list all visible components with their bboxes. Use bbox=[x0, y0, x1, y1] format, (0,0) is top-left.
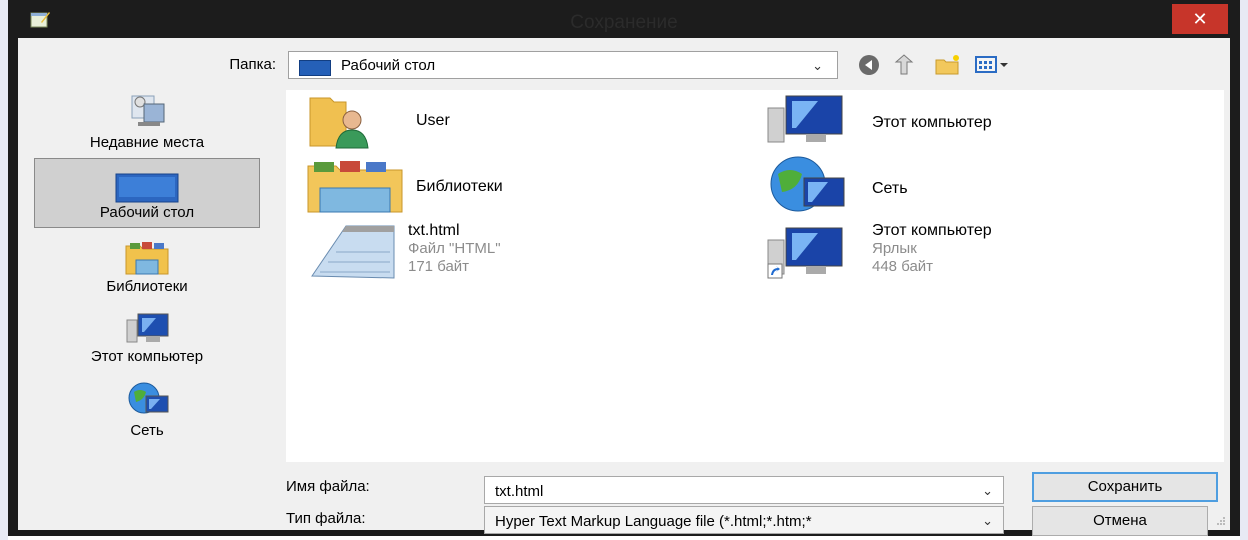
filetype-label: Тип файла: bbox=[286, 510, 366, 527]
file-item[interactable]: Библиотеки bbox=[294, 154, 734, 214]
place-label: Этот компьютер bbox=[90, 348, 204, 365]
close-button[interactable]: ✕ bbox=[1172, 4, 1228, 34]
back-icon[interactable] bbox=[856, 52, 882, 78]
folder-value: Рабочий стол bbox=[341, 57, 436, 74]
file-name: Этот компьютер bbox=[872, 114, 992, 131]
save-button[interactable]: Сохранить bbox=[1032, 472, 1218, 502]
place-desktop[interactable]: Рабочий стол bbox=[34, 158, 260, 228]
filename-input[interactable]: txt.html ⌄ bbox=[484, 476, 1004, 504]
chevron-down-icon: ⌄ bbox=[982, 513, 993, 528]
place-computer[interactable]: Этот компьютер bbox=[34, 308, 260, 374]
place-network[interactable]: Сеть bbox=[34, 378, 260, 444]
libraries-icon bbox=[307, 161, 403, 213]
view-menu-icon[interactable] bbox=[974, 52, 1014, 78]
notepad-file-icon bbox=[311, 225, 395, 279]
window-title: Сохранение bbox=[570, 12, 678, 33]
filetype-select[interactable]: Hyper Text Markup Language file (*.html;… bbox=[484, 506, 1004, 534]
computer-icon bbox=[767, 95, 843, 143]
desktop-icon bbox=[299, 60, 331, 76]
desktop-icon bbox=[115, 173, 179, 203]
dialog-body: Папка: Рабочий стол ⌄ Недавние места Раб… bbox=[18, 38, 1230, 536]
place-label: Недавние места bbox=[89, 134, 205, 151]
place-label: Библиотеки bbox=[106, 278, 188, 295]
file-size: 448 байт bbox=[872, 258, 934, 275]
save-dialog: Сохранение ✕ Папка: Рабочий стол ⌄ Недав… bbox=[8, 0, 1240, 536]
file-name: Библиотеки bbox=[416, 178, 503, 195]
file-size: 171 байт bbox=[408, 258, 470, 275]
filename-label: Имя файла: bbox=[286, 478, 370, 495]
new-folder-icon[interactable] bbox=[934, 52, 962, 78]
file-type: Файл "HTML" bbox=[408, 240, 501, 257]
recent-places-icon bbox=[131, 95, 165, 126]
chevron-down-icon: ⌄ bbox=[812, 58, 823, 73]
file-type: Ярлык bbox=[872, 240, 917, 257]
file-name: User bbox=[416, 112, 450, 129]
folder-select[interactable]: Рабочий стол ⌄ bbox=[288, 51, 838, 79]
libraries-icon bbox=[125, 242, 169, 275]
place-label: Рабочий стол bbox=[99, 204, 195, 221]
file-item[interactable]: Этот компьютер Ярлык 448 байт bbox=[756, 220, 1216, 290]
file-item[interactable]: User bbox=[294, 90, 734, 150]
computer-shortcut-icon bbox=[767, 227, 843, 279]
network-icon bbox=[128, 382, 169, 414]
place-label: Сеть bbox=[130, 422, 164, 439]
resize-grip-icon[interactable] bbox=[1216, 516, 1226, 526]
user-folder-icon bbox=[309, 97, 369, 149]
file-item[interactable]: txt.html Файл "HTML" 171 байт bbox=[294, 220, 734, 290]
place-recent[interactable]: Недавние места bbox=[34, 86, 260, 156]
place-libraries[interactable]: Библиотеки bbox=[34, 236, 260, 302]
file-name: txt.html bbox=[408, 222, 460, 239]
title-bar[interactable]: Сохранение ✕ bbox=[8, 0, 1240, 38]
file-item[interactable]: Этот компьютер bbox=[756, 90, 1216, 150]
filename-value: txt.html bbox=[495, 483, 544, 500]
network-icon bbox=[770, 156, 845, 212]
file-item[interactable]: Сеть bbox=[756, 156, 1216, 216]
places-bar: Недавние места Рабочий стол Библиотеки Э… bbox=[34, 86, 260, 506]
cancel-button[interactable]: Отмена bbox=[1032, 506, 1208, 536]
chevron-down-icon[interactable]: ⌄ bbox=[982, 483, 993, 499]
computer-icon bbox=[126, 313, 169, 343]
filetype-value: Hyper Text Markup Language file (*.html;… bbox=[495, 513, 812, 530]
up-folder-icon[interactable] bbox=[892, 52, 918, 78]
folder-label: Папка: bbox=[229, 56, 276, 73]
file-name: Сеть bbox=[872, 180, 908, 197]
file-list[interactable]: User Этот компьютер Библиотеки Сеть txt.… bbox=[286, 90, 1224, 462]
file-name: Этот компьютер bbox=[872, 222, 992, 239]
